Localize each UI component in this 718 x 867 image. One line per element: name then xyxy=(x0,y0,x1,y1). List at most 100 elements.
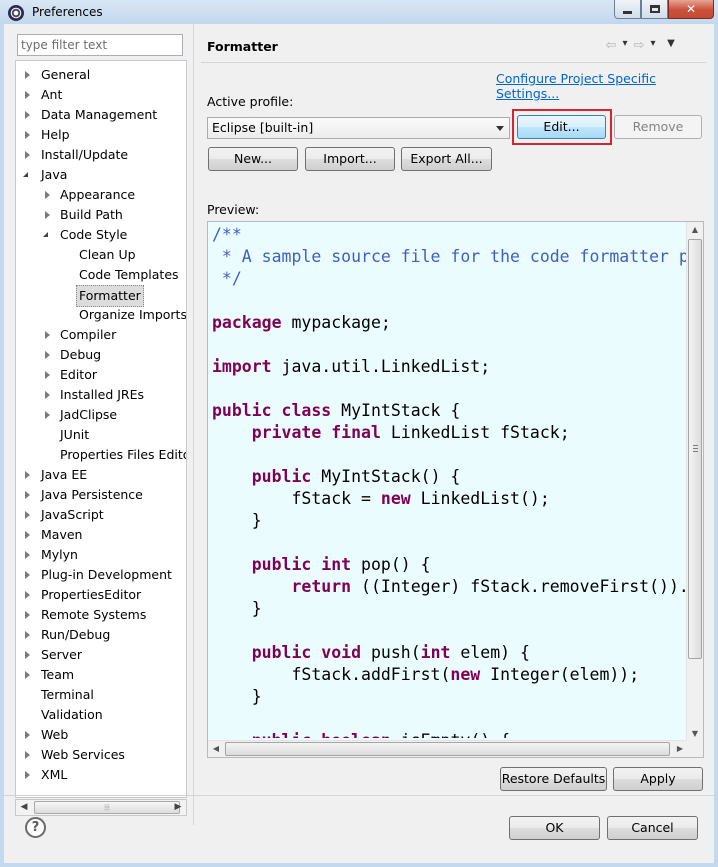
collapsed-arrow-icon[interactable] xyxy=(45,211,50,219)
tree-item[interactable]: JadClipse xyxy=(16,405,186,425)
pane-splitter[interactable] xyxy=(193,24,194,825)
tree-item[interactable]: Validation xyxy=(16,705,186,725)
collapsed-arrow-icon[interactable] xyxy=(45,371,50,379)
back-dropdown-icon[interactable]: ▾ xyxy=(620,38,630,53)
collapsed-arrow-icon[interactable] xyxy=(25,731,30,739)
tree-item[interactable]: Java EE xyxy=(16,465,186,485)
collapsed-arrow-icon[interactable] xyxy=(25,631,30,639)
tree-item[interactable]: Team xyxy=(16,665,186,685)
collapsed-arrow-icon[interactable] xyxy=(45,191,50,199)
collapsed-arrow-icon[interactable] xyxy=(25,531,30,539)
forward-dropdown-icon[interactable]: ▾ xyxy=(648,38,658,53)
tree-item-label: Organize Imports xyxy=(79,307,187,322)
close-button[interactable]: ✕ xyxy=(668,0,714,19)
collapsed-arrow-icon[interactable] xyxy=(25,551,30,559)
tree-item[interactable]: Web Services xyxy=(16,745,186,765)
tree-horizontal-scrollbar[interactable]: ◀ ⦙⦙⦙ ▶ xyxy=(15,799,187,816)
collapsed-arrow-icon[interactable] xyxy=(25,471,30,479)
collapsed-arrow-icon[interactable] xyxy=(25,71,30,79)
tree-item[interactable]: Install/Update xyxy=(16,145,186,165)
restore-defaults-button[interactable]: Restore Defaults xyxy=(500,767,607,791)
expanded-arrow-icon[interactable] xyxy=(23,172,28,177)
maximize-button[interactable] xyxy=(641,0,668,19)
tree-item[interactable]: Installed JREs xyxy=(16,385,186,405)
minimize-button[interactable] xyxy=(614,0,641,19)
tree-item[interactable]: Organize Imports xyxy=(16,305,186,325)
tree-item[interactable]: Debug xyxy=(16,345,186,365)
back-arrow-icon[interactable]: ⇦ xyxy=(604,38,618,53)
tree-item[interactable]: JUnit xyxy=(16,425,186,445)
preview-horizontal-scrollbar[interactable]: ◀ ▶ xyxy=(208,740,688,757)
ok-button[interactable]: OK xyxy=(509,816,600,840)
tree-item[interactable]: Terminal xyxy=(16,685,186,705)
tree-item[interactable]: Compiler xyxy=(16,325,186,345)
tree-item[interactable]: Plug-in Development xyxy=(16,565,186,585)
collapsed-arrow-icon[interactable] xyxy=(25,671,30,679)
import-profile-button[interactable]: Import... xyxy=(305,147,395,171)
collapsed-arrow-icon[interactable] xyxy=(25,771,30,779)
scroll-right-icon[interactable]: ▶ xyxy=(170,800,186,815)
help-icon[interactable]: ? xyxy=(25,817,46,838)
tree-item[interactable]: Code Templates xyxy=(16,265,186,285)
scroll-thumb[interactable]: ⦙⦙⦙ xyxy=(34,801,180,814)
tree-item[interactable]: PropertiesEditor xyxy=(16,585,186,605)
collapsed-arrow-icon[interactable] xyxy=(25,131,30,139)
collapsed-arrow-icon[interactable] xyxy=(25,151,30,159)
tree-item[interactable]: Run/Debug xyxy=(16,625,186,645)
collapsed-arrow-icon[interactable] xyxy=(25,651,30,659)
collapsed-arrow-icon[interactable] xyxy=(25,751,30,759)
new-profile-button[interactable]: New... xyxy=(208,147,298,171)
tree-item[interactable]: Data Management xyxy=(16,105,186,125)
tree-item[interactable]: Formatter xyxy=(16,285,186,307)
collapsed-arrow-icon[interactable] xyxy=(45,391,50,399)
collapsed-arrow-icon[interactable] xyxy=(25,511,30,519)
configure-project-settings-link[interactable]: Configure Project Specific Settings... xyxy=(496,71,714,101)
apply-button[interactable]: Apply xyxy=(613,767,703,791)
tree-item[interactable]: Clean Up xyxy=(16,245,186,265)
collapsed-arrow-icon[interactable] xyxy=(25,611,30,619)
collapsed-arrow-icon[interactable] xyxy=(25,111,30,119)
tree-item[interactable]: Remote Systems xyxy=(16,605,186,625)
tree-item[interactable]: Properties Files Edito xyxy=(16,445,186,465)
tree-item[interactable]: XML xyxy=(16,765,186,785)
collapsed-arrow-icon[interactable] xyxy=(45,351,50,359)
tree-item[interactable]: JavaScript xyxy=(16,505,186,525)
profile-select[interactable]: Eclipse [built-in] xyxy=(207,117,510,139)
collapsed-arrow-icon[interactable] xyxy=(45,331,50,339)
tree-item[interactable]: General xyxy=(16,65,186,85)
tree-item[interactable]: Build Path xyxy=(16,205,186,225)
tree-item[interactable]: Ant xyxy=(16,85,186,105)
expanded-arrow-icon[interactable] xyxy=(43,232,48,237)
forward-arrow-icon[interactable]: ⇨ xyxy=(632,38,646,53)
scroll-left-icon[interactable]: ◀ xyxy=(16,800,32,815)
scroll-left-icon[interactable]: ◀ xyxy=(208,741,224,757)
collapsed-arrow-icon[interactable] xyxy=(25,591,30,599)
collapsed-arrow-icon[interactable] xyxy=(25,91,30,99)
vertical-scroll-thumb[interactable] xyxy=(688,239,702,659)
tree-item[interactable]: Maven xyxy=(16,525,186,545)
collapsed-arrow-icon[interactable] xyxy=(25,571,30,579)
view-menu-icon[interactable]: ▼ xyxy=(666,38,676,53)
maximize-icon xyxy=(649,5,660,13)
cancel-button[interactable]: Cancel xyxy=(607,816,698,840)
remove-button[interactable]: Remove xyxy=(614,115,702,139)
tree-item[interactable]: Editor xyxy=(16,365,186,385)
horizontal-scroll-thumb[interactable] xyxy=(225,742,670,756)
tree-item-label: Editor xyxy=(60,367,97,382)
tree-item[interactable]: Web xyxy=(16,725,186,745)
export-all-button[interactable]: Export All... xyxy=(401,147,492,171)
tree-item[interactable]: Java xyxy=(16,165,186,185)
tree-item[interactable]: Code Style xyxy=(16,225,186,245)
tree-item-label: Clean Up xyxy=(79,247,136,262)
collapsed-arrow-icon[interactable] xyxy=(45,411,50,419)
collapsed-arrow-icon[interactable] xyxy=(25,491,30,499)
tree-item[interactable]: Server xyxy=(16,645,186,665)
filter-input[interactable]: type filter text xyxy=(17,34,183,56)
tree-item[interactable]: Java Persistence xyxy=(16,485,186,505)
scroll-up-icon[interactable]: ▲ xyxy=(687,222,703,238)
tree-item[interactable]: Mylyn xyxy=(16,545,186,565)
tree-item[interactable]: Help xyxy=(16,125,186,145)
preview-vertical-scrollbar[interactable]: ▲ ▼ xyxy=(686,222,703,742)
tree-item[interactable]: Appearance xyxy=(16,185,186,205)
